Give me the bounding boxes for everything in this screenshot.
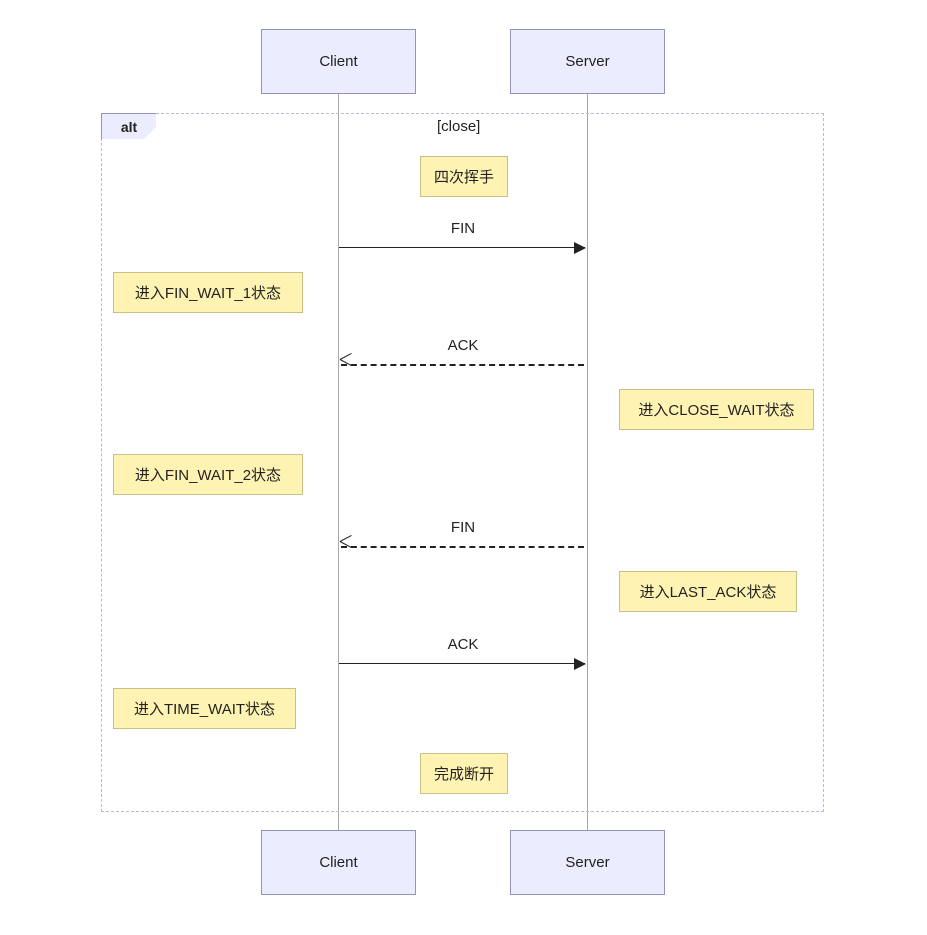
actor-client-top: Client [261, 29, 416, 94]
note-last-ack: 进入LAST_ACK状态 [619, 571, 797, 612]
actor-label: Client [319, 854, 357, 871]
message-label-fin1: FIN [413, 220, 513, 237]
note-text: 进入CLOSE_WAIT状态 [638, 399, 794, 420]
message-label-fin2: FIN [413, 519, 513, 536]
message-label-ack2: ACK [413, 636, 513, 653]
alt-condition: [close] [437, 118, 480, 135]
alt-operator-tab: alt [101, 113, 156, 139]
note-title: 四次挥手 [420, 156, 508, 197]
note-text: 完成断开 [434, 763, 494, 784]
arrow-fin2 [341, 546, 584, 548]
actor-label: Server [565, 854, 609, 871]
alt-operator-label: alt [121, 119, 137, 135]
note-text: 进入LAST_ACK状态 [640, 581, 777, 602]
note-text: 四次挥手 [434, 166, 494, 187]
arrowhead-icon [574, 658, 586, 670]
arrowhead-icon [574, 242, 586, 254]
arrow-fin1 [339, 247, 585, 248]
note-time-wait: 进入TIME_WAIT状态 [113, 688, 296, 729]
sequence-diagram: Client Server alt [close] 四次挥手 FIN 进入FIN… [0, 0, 927, 935]
actor-label: Client [319, 53, 357, 70]
actor-client-bottom: Client [261, 830, 416, 895]
note-text: 进入FIN_WAIT_1状态 [135, 282, 281, 303]
note-text: 进入FIN_WAIT_2状态 [135, 464, 281, 485]
actor-server-bottom: Server [510, 830, 665, 895]
note-fin-wait-2: 进入FIN_WAIT_2状态 [113, 454, 303, 495]
note-close-wait: 进入CLOSE_WAIT状态 [619, 389, 814, 430]
actor-label: Server [565, 53, 609, 70]
arrow-ack1 [341, 364, 584, 366]
arrow-ack2 [339, 663, 585, 664]
note-fin-wait-1: 进入FIN_WAIT_1状态 [113, 272, 303, 313]
note-text: 进入TIME_WAIT状态 [134, 698, 275, 719]
note-done: 完成断开 [420, 753, 508, 794]
actor-server-top: Server [510, 29, 665, 94]
message-label-ack1: ACK [413, 337, 513, 354]
